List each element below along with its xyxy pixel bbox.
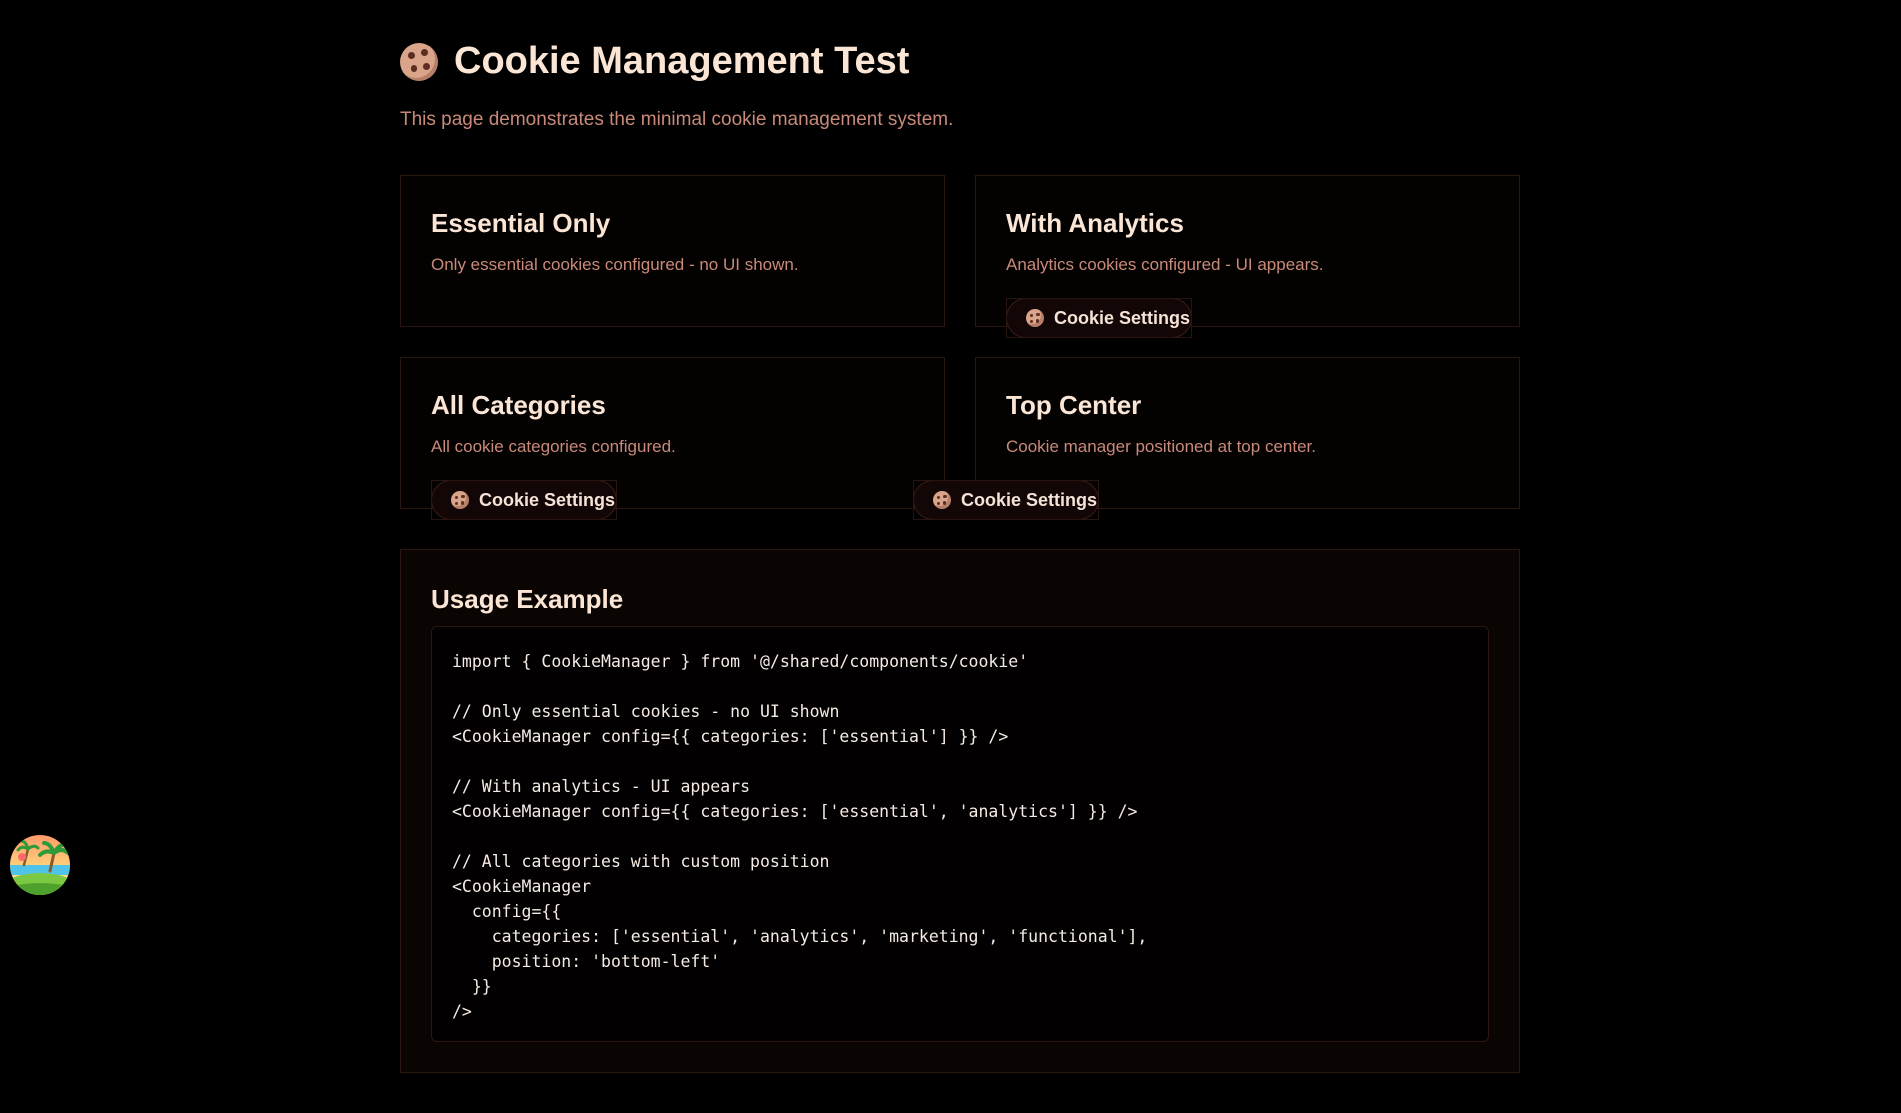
- card-title: Top Center: [1006, 390, 1142, 420]
- card-description: Cookie manager positioned at top center.: [1006, 437, 1316, 456]
- cookie-icon: [400, 42, 438, 81]
- cookie-icon: [1026, 309, 1044, 327]
- cookie-settings-label: Cookie Settings: [961, 489, 1098, 510]
- cookie-settings-button[interactable]: Cookie Settings: [913, 480, 1099, 520]
- beach-avatar-icon[interactable]: [10, 835, 70, 895]
- cookie-settings-label: Cookie Settings: [479, 489, 616, 510]
- cookie-settings-button[interactable]: Cookie Settings: [431, 480, 617, 520]
- page-title: Cookie Management Test: [400, 40, 909, 83]
- cookie-settings-label: Cookie Settings: [1054, 307, 1191, 328]
- card-title: All Categories: [431, 390, 606, 420]
- code-content: import { CookieManager } from '@/shared/…: [452, 652, 1148, 1021]
- card-title: Essential Only: [431, 208, 611, 238]
- card-title: With Analytics: [1006, 208, 1184, 238]
- code-block: import { CookieManager } from '@/shared/…: [431, 626, 1489, 1042]
- cookie-settings-button[interactable]: Cookie Settings: [1006, 298, 1192, 338]
- usage-example-panel: Usage Example import { CookieManager } f…: [400, 549, 1520, 1073]
- page-title-text: Cookie Management Test: [454, 40, 910, 82]
- page-subtitle: This page demonstrates the minimal cooki…: [400, 109, 954, 130]
- cookie-icon: [451, 491, 469, 509]
- card-description: Analytics cookies configured - UI appear…: [1006, 255, 1324, 274]
- usage-title: Usage Example: [431, 584, 624, 614]
- beach-avatar-svg: [10, 835, 70, 895]
- cookie-icon: [933, 491, 951, 509]
- card-description: Only essential cookies configured - no U…: [431, 255, 799, 274]
- page: Cookie Management Test This page demonst…: [0, 0, 1901, 1113]
- card-essential-only: Essential Only Only essential cookies co…: [400, 175, 945, 327]
- card-description: All cookie categories configured.: [431, 437, 676, 456]
